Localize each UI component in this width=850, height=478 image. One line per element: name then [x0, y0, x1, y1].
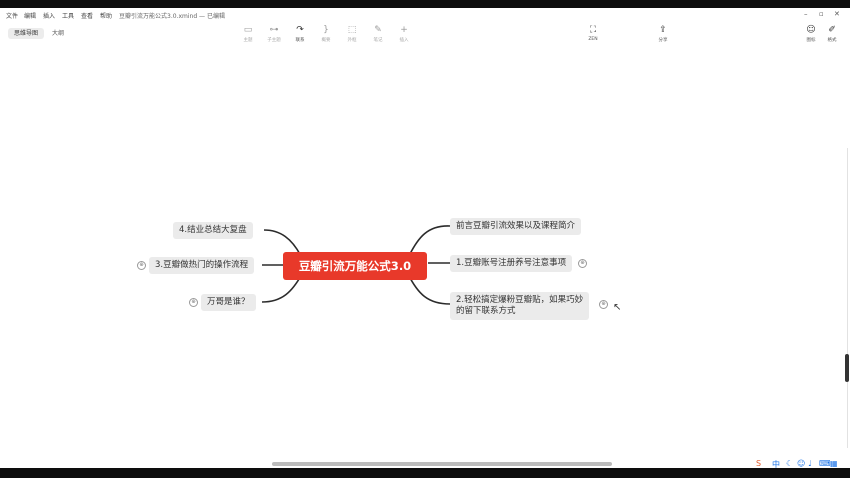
minimize-icon[interactable]: –: [804, 10, 808, 18]
share-label: 分享: [658, 38, 668, 43]
horizontal-scrollbar[interactable]: [272, 462, 612, 466]
topic-final-review[interactable]: 4.结业总结大复盘: [173, 222, 253, 239]
grid-icon[interactable]: ▦: [830, 459, 838, 468]
share-icon: ⇪: [659, 25, 667, 35]
relationship-button[interactable]: ↷ 联系: [288, 24, 312, 43]
collapse-toggle[interactable]: ⊕: [578, 259, 587, 268]
menu-insert[interactable]: 插入: [43, 11, 55, 20]
topic-who-is-wange[interactable]: 万哥是谁？: [201, 294, 256, 311]
topic-account-registration[interactable]: 1.豆瓣账号注册养号注意事项: [450, 255, 573, 272]
topic-intro[interactable]: 前言豆瓣引流效果以及课程简介: [450, 218, 582, 235]
format-panel-button[interactable]: ✐ 格式: [820, 24, 844, 43]
collapse-toggle[interactable]: ⊕: [189, 298, 198, 307]
insert-label: 插入: [399, 38, 409, 43]
menu-help[interactable]: 帮助: [100, 11, 112, 20]
plus-icon: +: [400, 25, 408, 35]
ime-indicator[interactable]: 中: [772, 459, 780, 470]
root-topic[interactable]: 豆瓣引流万能公式3.0: [283, 252, 427, 280]
notes-label: 笔记: [373, 38, 383, 43]
vertical-scroll-track: [847, 148, 848, 448]
menu-tools[interactable]: 工具: [62, 11, 74, 20]
brush-icon: ✐: [828, 25, 836, 35]
fullscreen-icon: ⛶: [589, 25, 597, 35]
keyboard-icon[interactable]: ⌨: [819, 459, 831, 468]
relationship-label: 联系: [295, 38, 305, 43]
microphone-icon[interactable]: ♩: [808, 459, 812, 468]
menu-file[interactable]: 文件: [6, 11, 18, 20]
topic-viral-post[interactable]: 2.轻松搞定爆粉豆瓣贴，如果巧妙 的留下联系方式: [450, 292, 590, 320]
close-icon[interactable]: ✕: [834, 10, 840, 18]
mouse-cursor-icon: ↖: [613, 302, 622, 313]
topic-icon: ▭: [243, 25, 253, 35]
format-panel-label: 格式: [827, 38, 837, 43]
summary-icon: }: [323, 25, 329, 35]
zen-label: ZEN: [588, 37, 598, 42]
tab-mindmap[interactable]: 思维导图: [8, 28, 45, 39]
notes-icon: ✎: [374, 25, 382, 35]
boundary-icon: ⬚: [347, 25, 357, 35]
app-window: 文件 编辑 插入 工具 查看 帮助 豆瓣引流万能公式3.0.xmind — 已编…: [0, 8, 850, 468]
zen-button[interactable]: ⛶ ZEN: [581, 24, 605, 42]
sogou-ime-icon[interactable]: S: [756, 459, 761, 468]
subtopic-icon: ⊶: [269, 25, 279, 35]
title-bar: 文件 编辑 插入 工具 查看 帮助 豆瓣引流万能公式3.0.xmind — 已编…: [0, 8, 850, 22]
mindmap-canvas[interactable]: 豆瓣引流万能公式3.0 前言豆瓣引流效果以及课程简介 1.豆瓣账号注册养号注意事…: [0, 52, 850, 456]
maximize-icon[interactable]: ▫: [819, 10, 824, 18]
menu-view[interactable]: 查看: [81, 11, 93, 20]
topic-viral-post-line1: 2.轻松搞定爆粉豆瓣贴，如果巧妙: [456, 295, 584, 305]
topic-hot-operation[interactable]: 3.豆瓣做热门的操作流程: [149, 257, 255, 274]
toolbar: 思维导图 大纲 ▭ 主题 ⊶ 子主题 ↷ 联系 } 概要 ⬚ 外框 ✎ 笔记 +…: [0, 22, 850, 52]
relationship-icon: ↷: [296, 25, 304, 35]
subtopic-button[interactable]: ⊶ 子主题: [262, 24, 286, 43]
collapse-toggle[interactable]: ⊕: [599, 300, 608, 309]
tab-outline[interactable]: 大纲: [46, 28, 70, 39]
subtopic-label: 子主题: [267, 38, 281, 43]
menu-edit[interactable]: 编辑: [24, 11, 36, 20]
boundary-button[interactable]: ⬚ 外框: [340, 24, 364, 43]
notes-button[interactable]: ✎ 笔记: [366, 24, 390, 43]
insert-button[interactable]: + 插入: [392, 24, 416, 43]
vertical-scrollbar[interactable]: [845, 354, 849, 382]
summary-button[interactable]: } 概要: [314, 24, 338, 43]
share-button[interactable]: ⇪ 分享: [651, 24, 675, 43]
topic-label: 主题: [243, 38, 253, 43]
document-title: 豆瓣引流万能公式3.0.xmind — 已编辑: [119, 13, 225, 20]
boundary-label: 外框: [347, 38, 357, 43]
topic-viral-post-line2: 的留下联系方式: [456, 306, 516, 316]
summary-label: 概要: [321, 38, 331, 43]
moon-icon[interactable]: ☾: [786, 459, 793, 468]
smiley-tray-icon[interactable]: ☺: [797, 459, 805, 468]
collapse-toggle[interactable]: ⊕: [137, 261, 146, 270]
topic-button[interactable]: ▭ 主题: [236, 24, 260, 43]
